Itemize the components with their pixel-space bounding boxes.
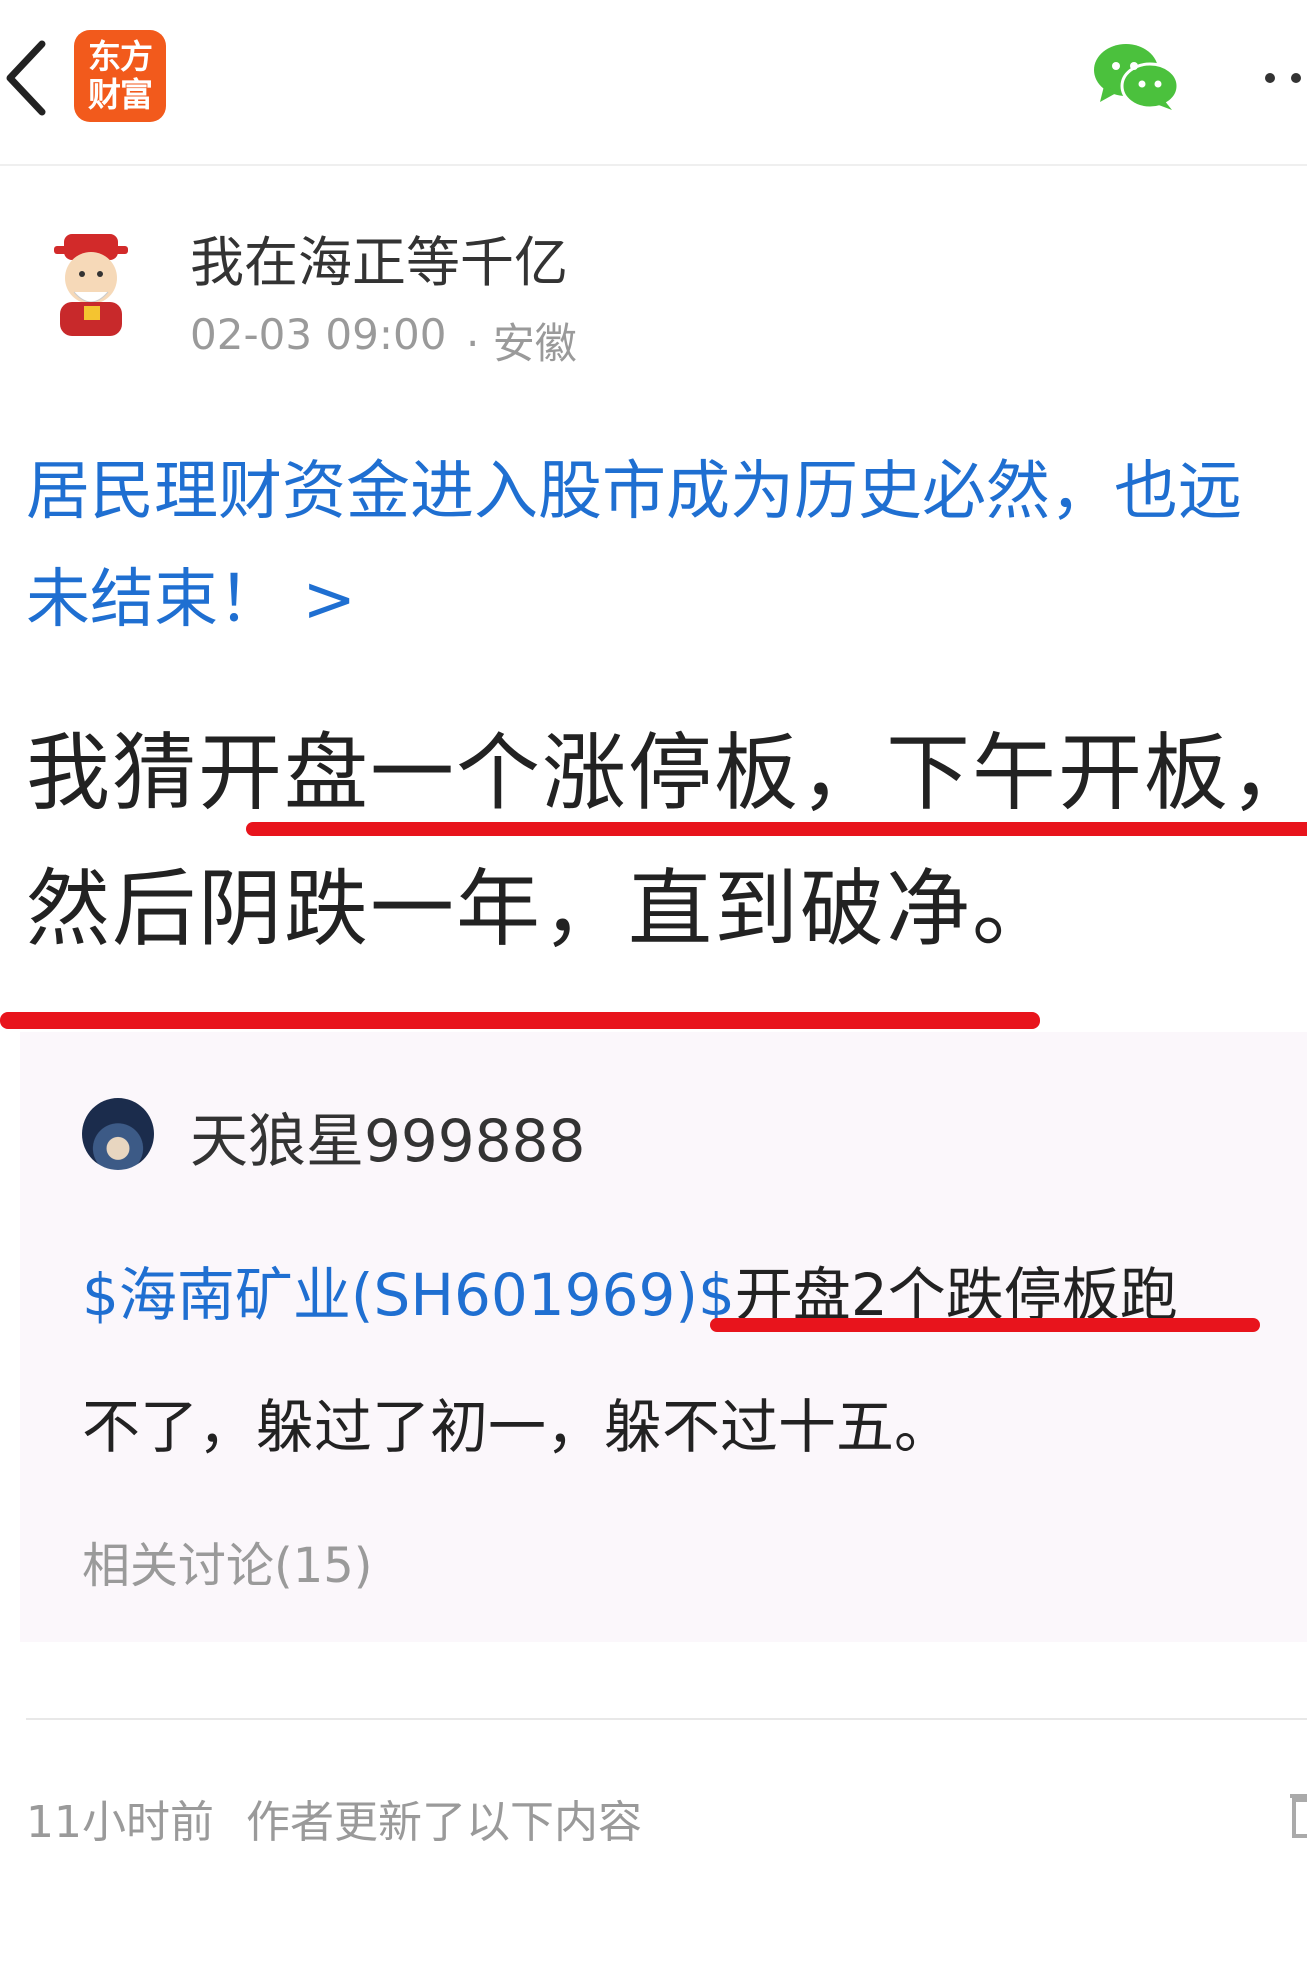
more-dots-icon[interactable] [1262,66,1307,90]
post-location: · 安徽 [466,319,577,368]
author-name[interactable]: 我在海正等千亿 [190,218,568,297]
post-timestamp: 02-03 09:00 [190,310,447,359]
app-logo: 东方 财富 [74,30,166,122]
linked-article-title[interactable]: 居民理财资金进入股市成为历史必然，也远 [26,440,1242,532]
trash-icon[interactable] [1286,1786,1307,1840]
back-arrow-icon[interactable] [2,38,52,118]
stock-link[interactable]: $海南矿业(SH601969)$ [82,1261,735,1329]
wechat-icon[interactable] [1092,42,1180,112]
quoted-user-name[interactable]: 天狼星999888 [190,1094,585,1178]
annotation-underline [710,1318,1260,1332]
linked-article-title-cont[interactable]: 未结束！ > [26,548,356,640]
annotation-underline [0,1012,1040,1029]
post-body-line: 然后阴跌一年，直到破净。 [26,860,1059,958]
update-time: 11小时前 [26,1797,214,1848]
annotation-underline [246,822,1307,836]
divider [26,1718,1307,1720]
post-body-line: 我猜开盘一个涨停板，下午开板， [26,724,1307,822]
quoted-user-avatar[interactable] [82,1098,154,1170]
quoted-post-text: 不了，躲过了初一，躲不过十五。 [82,1393,953,1461]
update-notice: 作者更新了以下内容 [246,1797,642,1848]
author-avatar[interactable] [44,232,138,340]
related-discussion-link[interactable]: 相关讨论(15) [82,1526,373,1596]
